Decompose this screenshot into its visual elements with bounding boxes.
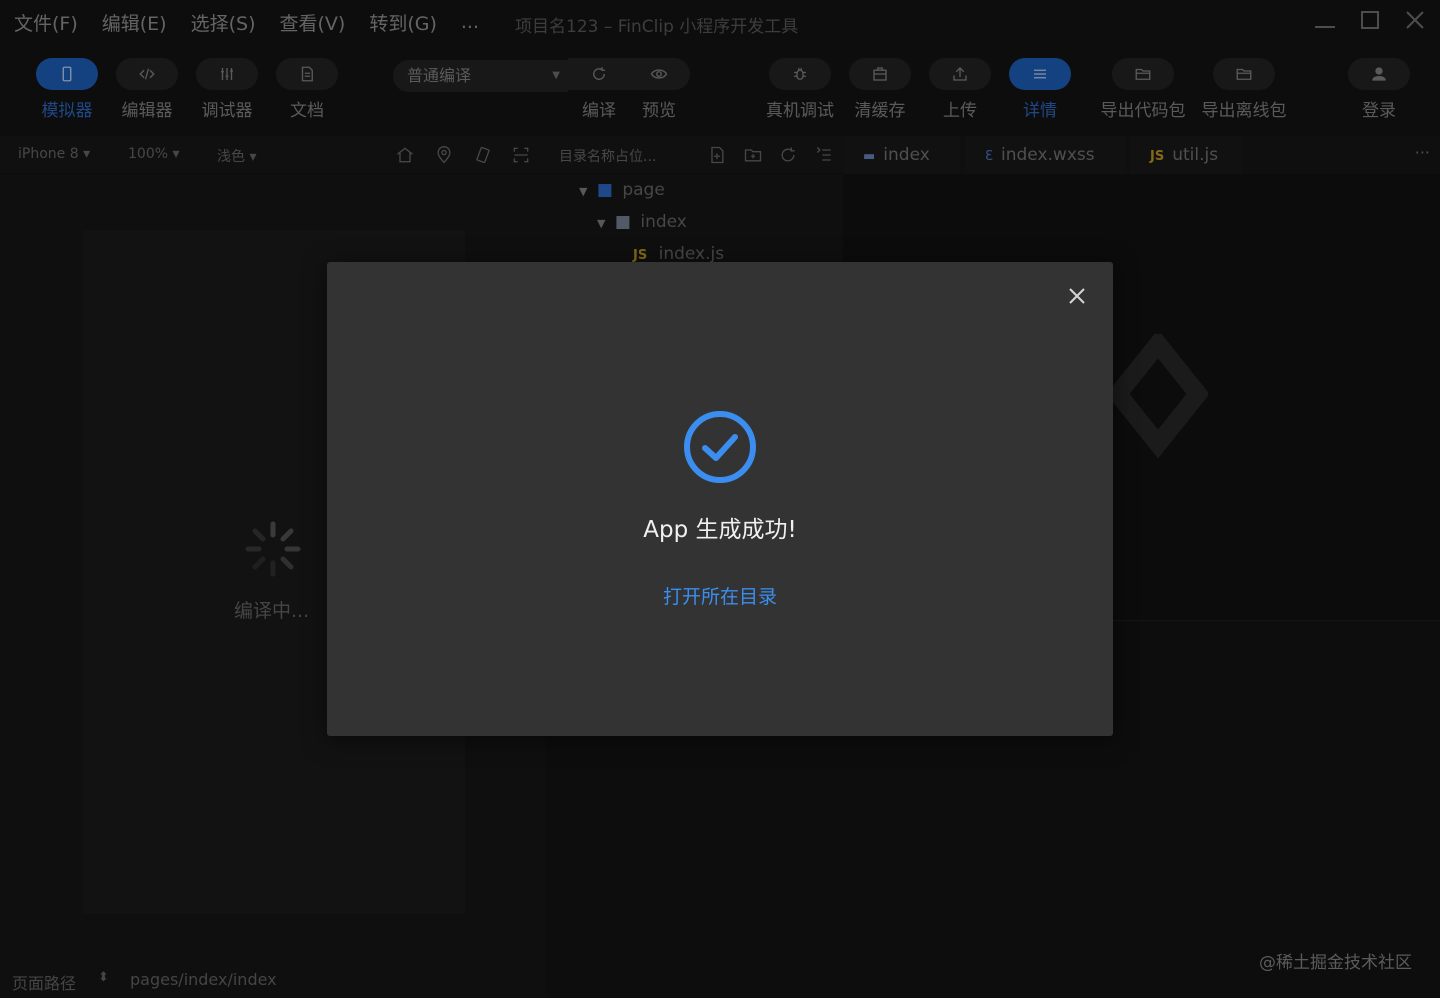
check-circle-icon (684, 411, 756, 483)
close-icon[interactable] (1063, 282, 1091, 310)
success-message: App 生成成功! (643, 517, 797, 543)
success-dialog: App 生成成功! 打开所在目录 (327, 262, 1113, 736)
open-directory-link[interactable]: 打开所在目录 (327, 582, 1113, 609)
